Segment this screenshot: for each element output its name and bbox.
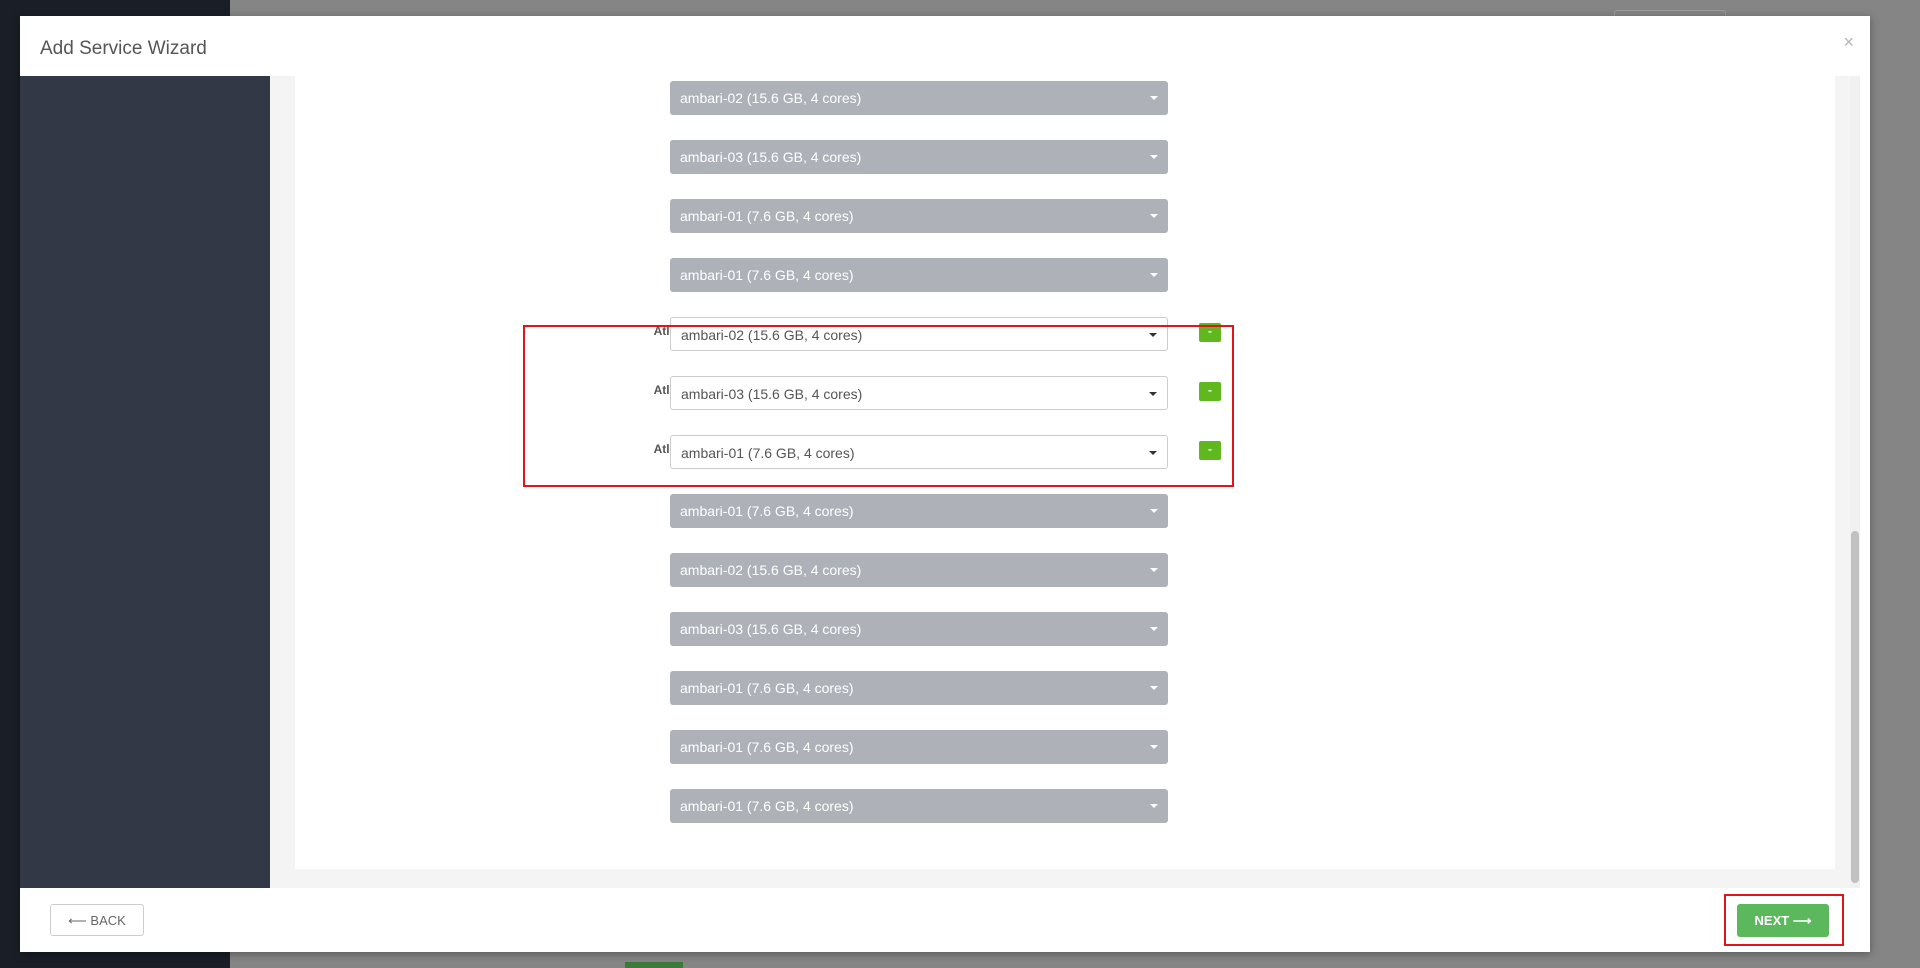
scrollbar-thumb[interactable] (1851, 531, 1859, 883)
host-select-value: ambari-02 (15.6 GB, 4 cores) (680, 90, 862, 106)
host-select: ambari-01 (7.6 GB, 4 cores) (670, 199, 1168, 233)
caret-down-icon (1149, 333, 1157, 337)
component-row: Atlas Metadata Server:ambari-03 (15.6 GB… (295, 376, 1835, 410)
host-select-value: ambari-01 (7.6 GB, 4 cores) (680, 680, 854, 696)
add-service-wizard-modal: Add Service Wizard × Infra Solr Instance… (20, 16, 1870, 952)
host-select[interactable]: ambari-01 (7.6 GB, 4 cores) (670, 435, 1168, 469)
caret-down-icon (1150, 214, 1158, 218)
host-select-value: ambari-03 (15.6 GB, 4 cores) (680, 621, 862, 637)
caret-down-icon (1149, 451, 1157, 455)
component-row: Grafana:ambari-01 (7.6 GB, 4 cores) (295, 258, 1835, 292)
caret-down-icon (1150, 96, 1158, 100)
assign-masters-panel: Infra Solr Instance:ambari-02 (15.6 GB, … (295, 76, 1835, 869)
modal-footer: ⟵ BACK NEXT ⟶ (20, 888, 1870, 952)
component-row: Atlas Metadata Server:ambari-02 (15.6 GB… (295, 317, 1835, 351)
component-row: Infra Solr Instance:ambari-02 (15.6 GB, … (295, 81, 1835, 115)
caret-down-icon (1150, 686, 1158, 690)
host-select-value: ambari-02 (15.6 GB, 4 cores) (681, 327, 863, 343)
caret-down-icon (1150, 568, 1158, 572)
scrollbar[interactable] (1850, 76, 1860, 888)
close-icon[interactable]: × (1843, 32, 1854, 53)
component-row: Kafka Broker:ambari-02 (15.6 GB, 4 cores… (295, 553, 1835, 587)
component-row: Infra Solr Instance:ambari-03 (15.6 GB, … (295, 140, 1835, 174)
host-select: ambari-03 (15.6 GB, 4 cores) (670, 140, 1168, 174)
background-green-element (625, 962, 683, 968)
modal-title: Add Service Wizard (40, 38, 207, 59)
host-select-value: ambari-01 (7.6 GB, 4 cores) (681, 445, 855, 461)
remove-component-button[interactable]: - (1199, 441, 1221, 460)
component-row: HST Server:ambari-01 (7.6 GB, 4 cores) (295, 730, 1835, 764)
host-select: ambari-02 (15.6 GB, 4 cores) (670, 81, 1168, 115)
host-select: ambari-01 (7.6 GB, 4 cores) (670, 258, 1168, 292)
remove-component-button[interactable]: - (1199, 323, 1221, 342)
component-row: Metrics Collector:ambari-01 (7.6 GB, 4 c… (295, 199, 1835, 233)
host-select-value: ambari-03 (15.6 GB, 4 cores) (681, 386, 863, 402)
caret-down-icon (1150, 745, 1158, 749)
component-row: Atlas Metadata Server:ambari-01 (7.6 GB,… (295, 435, 1835, 469)
modal-header: Add Service Wizard × (20, 16, 1870, 76)
host-select-value: ambari-03 (15.6 GB, 4 cores) (680, 149, 862, 165)
component-row: Activity Analyzer:ambari-01 (7.6 GB, 4 c… (295, 789, 1835, 823)
host-select-value: ambari-01 (7.6 GB, 4 cores) (680, 739, 854, 755)
host-select: ambari-01 (7.6 GB, 4 cores) (670, 789, 1168, 823)
host-select: ambari-03 (15.6 GB, 4 cores) (670, 612, 1168, 646)
caret-down-icon (1150, 804, 1158, 808)
host-select: ambari-02 (15.6 GB, 4 cores) (670, 553, 1168, 587)
host-select-value: ambari-01 (7.6 GB, 4 cores) (680, 208, 854, 224)
caret-down-icon (1150, 627, 1158, 631)
back-button[interactable]: ⟵ BACK (50, 904, 144, 936)
modal-body: Infra Solr Instance:ambari-02 (15.6 GB, … (20, 76, 1860, 888)
host-select[interactable]: ambari-03 (15.6 GB, 4 cores) (670, 376, 1168, 410)
host-select[interactable]: ambari-02 (15.6 GB, 4 cores) (670, 317, 1168, 351)
host-select-value: ambari-01 (7.6 GB, 4 cores) (680, 267, 854, 283)
host-select: ambari-01 (7.6 GB, 4 cores) (670, 494, 1168, 528)
host-select: ambari-01 (7.6 GB, 4 cores) (670, 671, 1168, 705)
next-button[interactable]: NEXT ⟶ (1737, 904, 1829, 937)
component-row: Activity Explorer:ambari-01 (7.6 GB, 4 c… (295, 671, 1835, 705)
remove-component-button[interactable]: - (1199, 382, 1221, 401)
caret-down-icon (1150, 273, 1158, 277)
caret-down-icon (1150, 509, 1158, 513)
caret-down-icon (1150, 155, 1158, 159)
host-select: ambari-01 (7.6 GB, 4 cores) (670, 730, 1168, 764)
wizard-steps-sidebar (20, 76, 270, 888)
host-select-value: ambari-01 (7.6 GB, 4 cores) (680, 503, 854, 519)
host-select-value: ambari-02 (15.6 GB, 4 cores) (680, 562, 862, 578)
host-select-value: ambari-01 (7.6 GB, 4 cores) (680, 798, 854, 814)
component-row: Kafka Broker:ambari-03 (15.6 GB, 4 cores… (295, 612, 1835, 646)
component-row: Kafka Broker:ambari-01 (7.6 GB, 4 cores) (295, 494, 1835, 528)
caret-down-icon (1149, 392, 1157, 396)
